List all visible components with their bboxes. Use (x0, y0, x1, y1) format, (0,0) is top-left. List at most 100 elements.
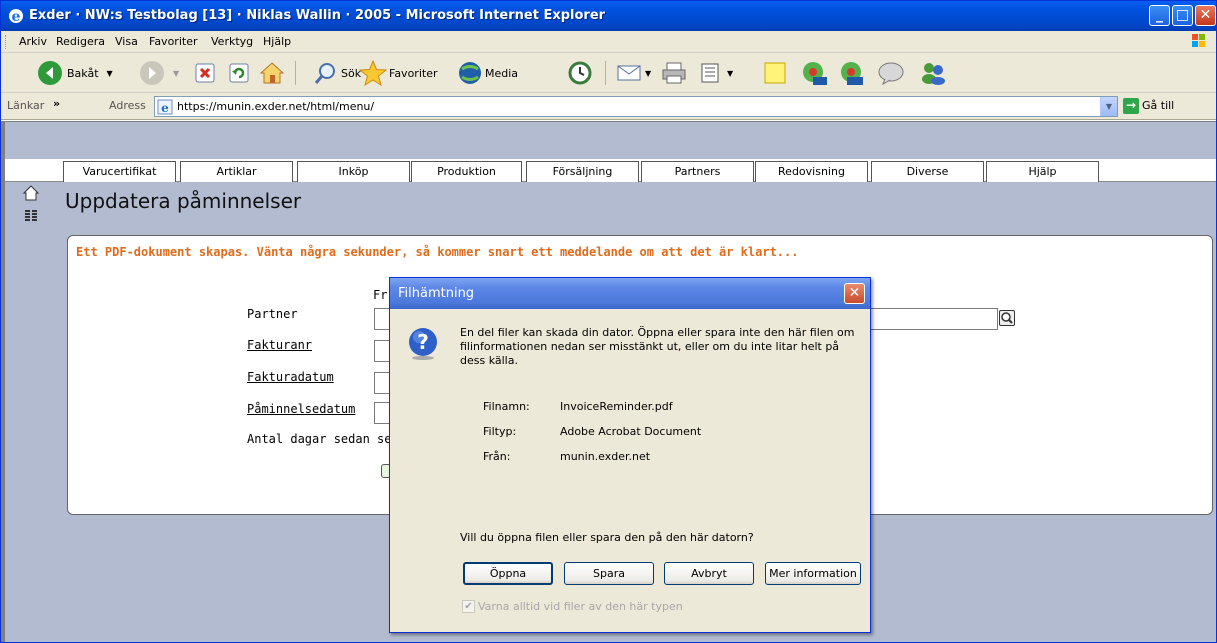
favorites-button[interactable]: Favoriter (359, 59, 437, 87)
dialog-title: Filhämtning (398, 286, 475, 301)
icq-pro-icon (803, 62, 827, 85)
toolbar-separator (295, 61, 296, 85)
go-arrow-icon[interactable]: → (1123, 98, 1139, 114)
home-icon[interactable] (22, 185, 40, 201)
mail-dropdown-icon[interactable]: ▼ (645, 69, 651, 78)
ie-icon: e (9, 9, 23, 25)
address-field[interactable]: e https://munin.exder.net/html/menu/ ▼ (154, 96, 1118, 117)
icq-pro-button[interactable] (801, 59, 827, 87)
icq-lite-button[interactable] (839, 59, 865, 87)
home-button[interactable] (259, 59, 285, 87)
icq-lite-icon (841, 62, 863, 85)
links-label[interactable]: Länkar (7, 99, 44, 112)
back-button[interactable]: Bakåt ▼ (37, 59, 113, 87)
tab-diverse[interactable]: Diverse (871, 161, 984, 182)
dialog-question: Vill du öppna filen eller spara den på d… (460, 531, 754, 544)
menu-arkiv[interactable]: Arkiv (19, 35, 47, 48)
media-label: Media (485, 66, 519, 80)
favorites-star-icon (359, 60, 387, 86)
forward-dropdown-icon[interactable]: ▼ (173, 69, 179, 78)
warn-checkbox-row[interactable]: ✔ Varna alltid vid filer av den här type… (462, 600, 683, 613)
menu-bar: Arkiv Redigera Visa Favoriter Verktyg Hj… (1, 31, 1216, 53)
file-download-dialog: Filhämtning ✕ ? En del filer kan skada d… (389, 277, 871, 633)
print-button[interactable] (661, 59, 687, 87)
stop-icon (195, 63, 215, 83)
browser-window: e Exder · NW:s Testbolag [13] · Niklas W… (0, 0, 1217, 643)
maximize-button[interactable]: □ (1172, 5, 1193, 26)
menu-redigera[interactable]: Redigera (56, 35, 105, 48)
back-label: Bakåt (67, 66, 99, 80)
stop-button[interactable] (195, 59, 215, 87)
open-button[interactable]: Öppna (463, 562, 553, 585)
filetype-label: Filtyp: (483, 425, 517, 438)
menu-hjalp[interactable]: Hjälp (263, 35, 291, 48)
links-chevron[interactable]: » (53, 97, 60, 110)
address-dropdown-icon[interactable]: ▼ (1100, 97, 1117, 116)
menu-verktyg[interactable]: Verktyg (211, 35, 253, 48)
notes-button[interactable] (763, 59, 787, 87)
discuss-button[interactable] (877, 59, 905, 87)
page-title: Uppdatera påminnelser (65, 189, 302, 213)
history-button[interactable] (567, 59, 593, 87)
home-icon (259, 62, 285, 84)
cancel-button[interactable]: Avbryt (664, 562, 754, 585)
forward-button[interactable]: ▼ (139, 59, 179, 87)
tab-hjalp[interactable]: Hjälp (986, 161, 1099, 182)
tab-partners[interactable]: Partners (641, 161, 754, 182)
menu-list-icon[interactable] (23, 208, 39, 224)
menubar-grip[interactable] (5, 35, 8, 49)
menu-visa[interactable]: Visa (115, 35, 138, 48)
partner-lookup-icon[interactable] (999, 310, 1015, 326)
fakturadatum-label: Fakturadatum (247, 370, 334, 384)
svg-text:e: e (12, 9, 21, 25)
ie-page-icon: e (157, 99, 173, 115)
window-title: Exder · NW:s Testbolag [13] · Niklas Wal… (29, 8, 606, 23)
dialog-close-button[interactable]: ✕ (844, 283, 865, 304)
filetype-value: Adobe Acrobat Document (560, 425, 702, 438)
minimize-button[interactable]: _ (1149, 5, 1170, 26)
refresh-icon (229, 63, 249, 83)
dialog-warning-text: En del filer kan skada din dator. Öppna … (460, 326, 855, 367)
warn-checkbox[interactable]: ✔ (462, 600, 475, 613)
tab-inkop[interactable]: Inköp (297, 161, 410, 182)
tab-produktion[interactable]: Produktion (411, 161, 522, 182)
search-button[interactable]: Sök (313, 59, 361, 87)
partial-label: Fr (373, 288, 388, 302)
source-label: Från: (483, 450, 511, 463)
tab-varucertifikat[interactable]: Varucertifikat (63, 161, 176, 182)
messenger-icon (922, 63, 945, 85)
paminnelsedatum-label: Påminnelsedatum (247, 402, 356, 416)
menu-favoriter[interactable]: Favoriter (149, 35, 197, 48)
source-value: munin.exder.net (560, 450, 651, 463)
fakturanr-label: Fakturanr (247, 338, 313, 352)
side-icons (22, 185, 40, 227)
svg-text:e: e (161, 101, 169, 115)
address-bar: Länkar » Adress e https://munin.exder.ne… (1, 93, 1216, 120)
edit-dropdown-icon[interactable]: ▼ (727, 69, 733, 78)
go-label[interactable]: Gå till (1142, 99, 1174, 112)
question-icon: ? (409, 328, 437, 360)
refresh-button[interactable] (229, 59, 249, 87)
edit-button[interactable]: ▼ (701, 59, 733, 87)
back-arrow-icon (38, 61, 62, 85)
more-info-button[interactable]: Mer information (765, 562, 861, 585)
forward-arrow-icon (140, 61, 164, 85)
toolbar-separator (605, 61, 606, 85)
history-icon (568, 61, 592, 85)
title-bar: e Exder · NW:s Testbolag [13] · Niklas W… (1, 1, 1216, 31)
warn-checkbox-label: Varna alltid vid filer av den här typen (478, 600, 683, 613)
close-button[interactable]: ✕ (1195, 5, 1216, 26)
svg-text:?: ? (417, 330, 429, 354)
save-button[interactable]: Spara (564, 562, 654, 585)
media-button[interactable]: Media (457, 59, 518, 87)
back-dropdown-icon[interactable]: ▼ (107, 69, 113, 78)
edit-document-icon (701, 63, 719, 83)
tab-forsaljning[interactable]: Försäljning (526, 161, 639, 182)
print-icon (662, 62, 686, 84)
mail-button[interactable]: ▼ (617, 59, 651, 87)
messenger-button[interactable] (919, 59, 947, 87)
media-icon (459, 62, 481, 84)
mail-icon (617, 65, 641, 81)
tab-artiklar[interactable]: Artiklar (180, 161, 293, 182)
tab-redovisning[interactable]: Redovisning (755, 161, 868, 182)
